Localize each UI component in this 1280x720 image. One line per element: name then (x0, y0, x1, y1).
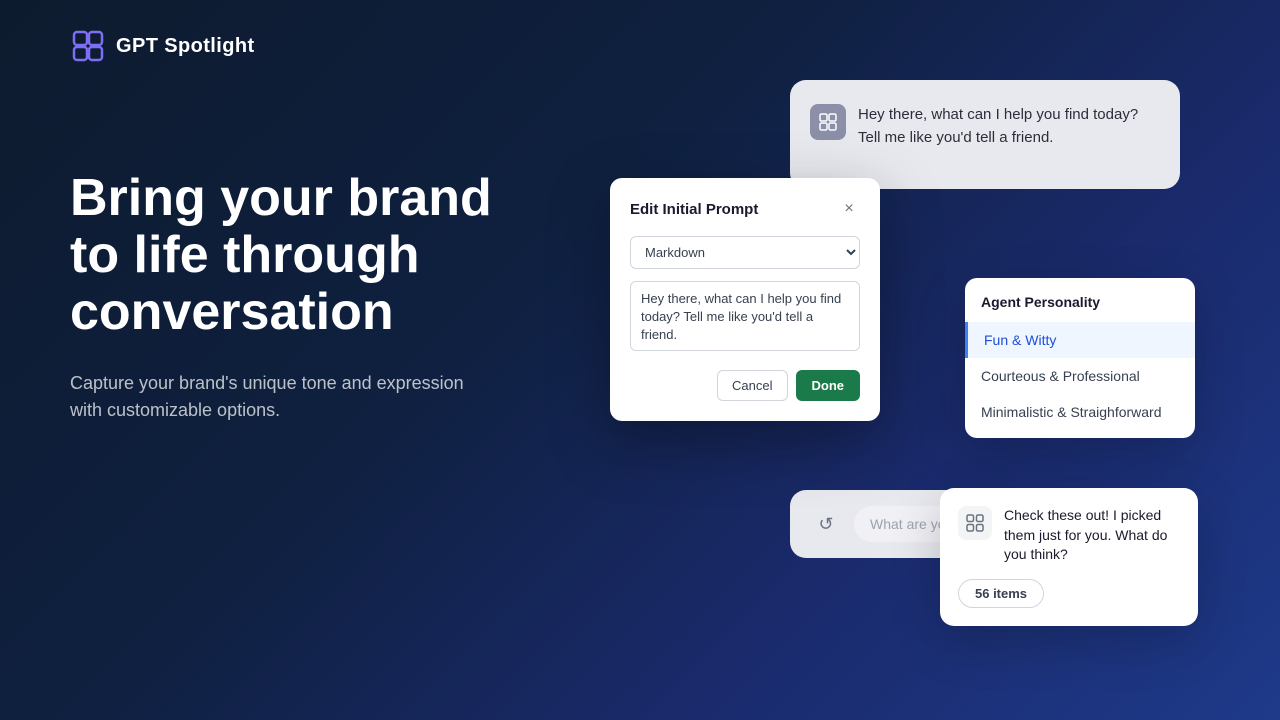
logo-icon (70, 28, 106, 64)
chat-bubble: Hey there, what can I help you find toda… (810, 104, 1160, 149)
modal-title: Edit Initial Prompt (630, 201, 758, 218)
personality-item-minimalistic[interactable]: Minimalistic & Straighforward (965, 394, 1195, 430)
items-card-top: Check these out! I picked them just for … (958, 506, 1180, 565)
items-card-bot-icon (958, 506, 992, 540)
personality-card: Agent Personality Fun & Witty Courteous … (965, 278, 1195, 438)
items-badge[interactable]: 56 items (958, 579, 1044, 608)
modal-footer: Cancel Done (630, 370, 860, 401)
app-name: GPT Spotlight (116, 35, 255, 58)
left-content: Bring your brandto life throughconversat… (70, 170, 492, 424)
items-card: Check these out! I picked them just for … (940, 488, 1198, 626)
headline: Bring your brandto life throughconversat… (70, 170, 492, 342)
format-select[interactable]: Markdown (630, 236, 860, 269)
personality-item-courteous[interactable]: Courteous & Professional (965, 358, 1195, 394)
personality-item-fun[interactable]: Fun & Witty (965, 322, 1195, 358)
subtext: Capture your brand's unique tone and exp… (70, 370, 490, 424)
done-button[interactable]: Done (796, 370, 861, 401)
bg-chat-card: Hey there, what can I help you find toda… (790, 80, 1180, 189)
chat-bubble-text: Hey there, what can I help you find toda… (858, 104, 1160, 149)
personality-title: Agent Personality (965, 294, 1195, 322)
edit-prompt-modal: Edit Initial Prompt × Markdown Hey there… (610, 178, 880, 421)
bot-icon (810, 104, 846, 140)
modal-header: Edit Initial Prompt × (630, 198, 860, 220)
modal-close-button[interactable]: × (838, 198, 860, 220)
refresh-icon: ↺ (810, 508, 842, 540)
cancel-button[interactable]: Cancel (717, 370, 787, 401)
header: GPT Spotlight (70, 28, 255, 64)
items-card-message: Check these out! I picked them just for … (1004, 506, 1180, 565)
prompt-textarea[interactable]: Hey there, what can I help you find toda… (630, 281, 860, 351)
